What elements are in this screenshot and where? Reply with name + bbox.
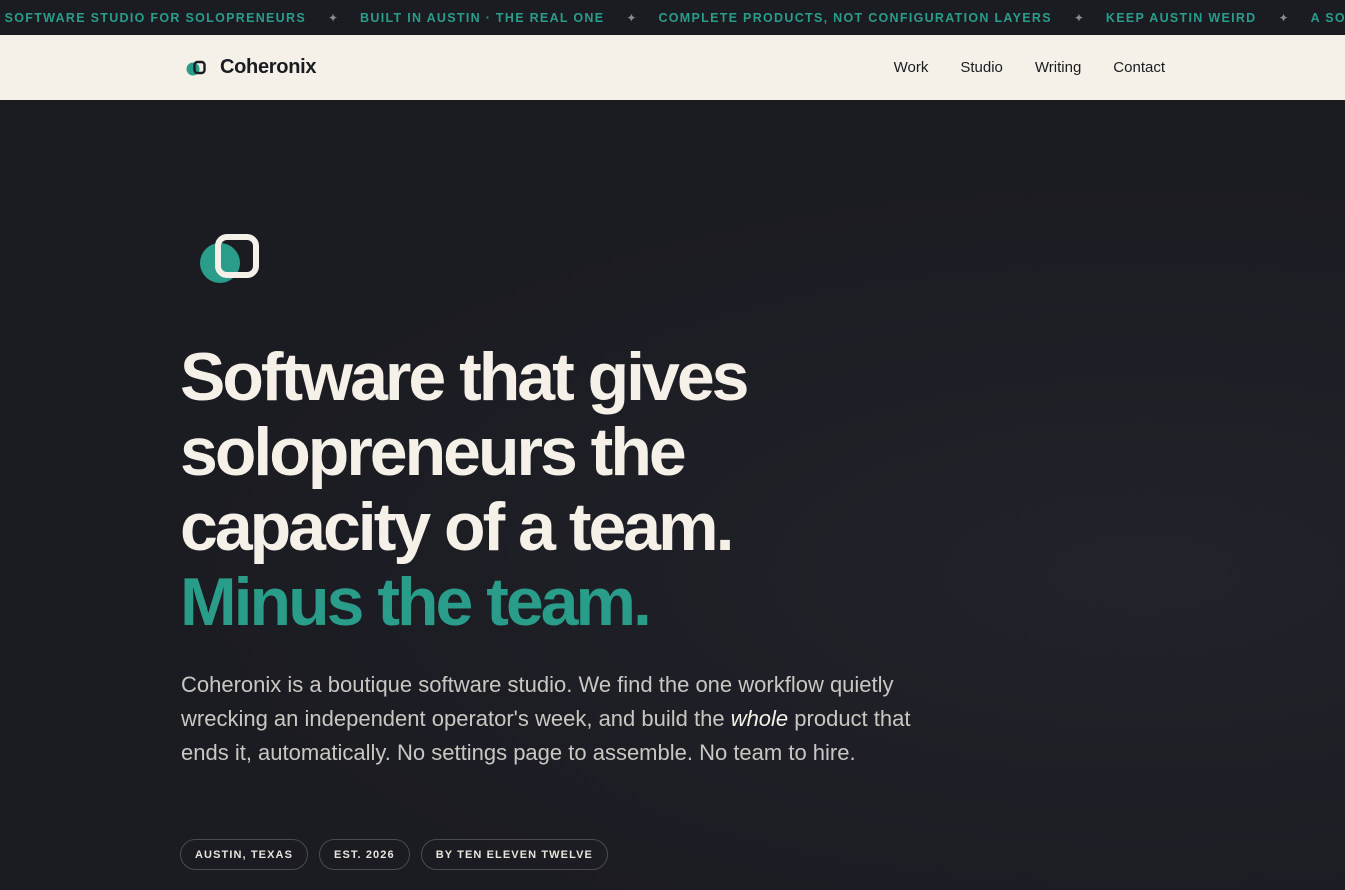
star-separator-icon: ✦ — [1278, 10, 1289, 25]
main-nav: Work Studio Writing Contact — [894, 35, 1165, 100]
headline-accent: Minus the team. — [180, 564, 652, 640]
hero-headline: Software that gives solopreneurs the cap… — [180, 340, 1080, 640]
hero-intro: Coheronix is a boutique software studio.… — [181, 668, 921, 770]
nav-link-contact[interactable]: Contact — [1113, 59, 1165, 76]
ticker-item: COMPLETE PRODUCTS, NOT CONFIGURATION LAY… — [658, 10, 1052, 25]
site-header: Coheronix Work Studio Writing Contact — [0, 35, 1345, 100]
tag-maker: BY TEN ELEVEN TWELVE — [420, 839, 608, 870]
ticker-item: A SOFTWARE STUDIO FOR SOLOPRENEURS — [0, 10, 306, 25]
headline-line: capacity of a team. — [180, 489, 734, 565]
ticker-item: BUILT IN AUSTIN · THE REAL ONE — [360, 10, 605, 25]
hero-tags: AUSTIN, TEXAS EST. 2026 BY TEN ELEVEN TW… — [180, 839, 608, 870]
ticker-item: KEEP AUSTIN WEIRD — [1105, 10, 1257, 25]
nav-link-work[interactable]: Work — [894, 59, 929, 76]
star-separator-icon: ✦ — [327, 10, 339, 25]
brand-name: Coheronix — [220, 56, 317, 78]
ticker-track: A SOFTWARE STUDIO FOR SOLOPRENEURS ✦ BUI… — [0, 0, 1345, 35]
announcement-ticker: A SOFTWARE STUDIO FOR SOLOPRENEURS ✦ BUI… — [0, 0, 1345, 35]
headline-line: solopreneurs the — [180, 414, 687, 490]
brand-home-link[interactable]: Coheronix — [186, 35, 317, 100]
ticker-item: A SOFT — [1310, 10, 1345, 25]
tag-location: AUSTIN, TEXAS — [180, 839, 309, 870]
nav-link-writing[interactable]: Writing — [1035, 59, 1081, 76]
star-separator-icon: ✦ — [626, 10, 637, 25]
nav-link-studio[interactable]: Studio — [960, 59, 1003, 76]
headline-line: Software that gives — [180, 339, 750, 415]
hero-logo-icon — [200, 234, 259, 283]
tag-established: EST. 2026 — [319, 839, 410, 870]
hero-section: Software that gives solopreneurs the cap… — [0, 100, 1345, 890]
intro-emphasis: whole — [730, 706, 789, 731]
star-separator-icon: ✦ — [1073, 10, 1084, 25]
brand-logo-icon — [186, 60, 206, 75]
